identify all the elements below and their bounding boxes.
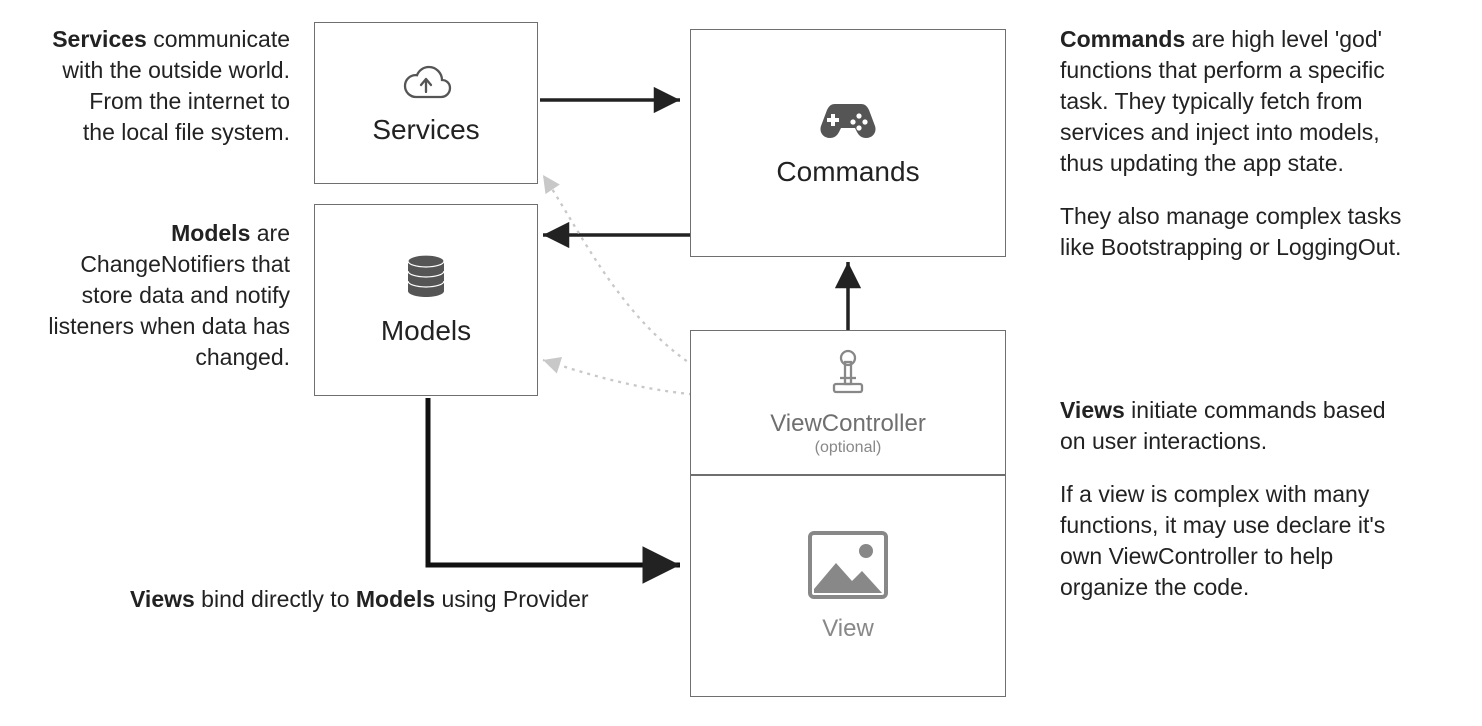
box-view-label: View [822, 616, 874, 642]
note-services-line4: the local file system. [24, 117, 290, 148]
note-services-rest1: communicate [147, 26, 290, 52]
note-views-p2l3: own ViewController to help [1060, 541, 1440, 572]
box-commands-label: Commands [776, 157, 919, 188]
database-icon [404, 253, 448, 308]
note-commands-bold: Commands [1060, 26, 1185, 52]
box-models-label: Models [381, 316, 471, 347]
note-commands-line4: services and inject into models, [1060, 117, 1440, 148]
caption-bold2: Models [356, 586, 435, 612]
note-models-rest1: are [250, 220, 290, 246]
note-commands-p2l1: They also manage complex tasks [1060, 201, 1440, 232]
note-models-line3: store data and notify [24, 280, 290, 311]
box-viewcontroller-label: ViewController [770, 411, 926, 437]
box-commands: Commands [690, 29, 1006, 257]
caption-mid: bind directly to [195, 586, 356, 612]
note-commands-line5: thus updating the app state. [1060, 148, 1440, 179]
caption-views-models: Views bind directly to Models using Prov… [130, 586, 670, 613]
diagram-stage: Services Models [0, 0, 1482, 726]
box-view: View [690, 475, 1006, 697]
note-views-rest1: initiate commands based [1125, 397, 1386, 423]
note-views-line2: on user interactions. [1060, 426, 1440, 457]
arrow-vc-to-models-dotted [543, 360, 700, 395]
joystick-icon [828, 348, 868, 403]
note-models-line4: listeners when data has [24, 311, 290, 342]
note-commands-p2l2: like Bootstrapping or LoggingOut. [1060, 232, 1440, 263]
note-services-bold: Services [52, 26, 147, 52]
note-views-bold: Views [1060, 397, 1125, 423]
note-commands-line2: functions that perform a specific [1060, 55, 1440, 86]
arrow-models-to-view [428, 398, 680, 565]
box-services: Services [314, 22, 538, 184]
note-views-p2l4: organize the code. [1060, 572, 1440, 603]
note-views-p2l2: functions, it may use declare it's [1060, 510, 1440, 541]
box-viewcontroller: ViewController (optional) [690, 330, 1006, 475]
note-commands: Commands are high level 'god' functions … [1060, 24, 1440, 263]
note-services: Services communicate with the outside wo… [24, 24, 290, 148]
note-models-line2: ChangeNotifiers that [24, 249, 290, 280]
note-commands-rest1: are high level 'god' [1185, 26, 1382, 52]
note-views-p2l1: If a view is complex with many [1060, 479, 1440, 510]
gamepad-icon [815, 98, 881, 149]
note-commands-line3: task. They typically fetch from [1060, 86, 1440, 117]
note-views: Views initiate commands based on user in… [1060, 395, 1440, 603]
box-models: Models [314, 204, 538, 396]
box-services-label: Services [372, 115, 479, 146]
image-icon [806, 529, 890, 608]
caption-bold1: Views [130, 586, 195, 612]
note-models: Models are ChangeNotifiers that store da… [24, 218, 290, 373]
note-services-line3: From the internet to [24, 86, 290, 117]
box-viewcontroller-sublabel: (optional) [815, 439, 882, 457]
arrow-vc-to-services-dotted [543, 175, 700, 370]
caption-rest: using Provider [435, 586, 588, 612]
note-models-line5: changed. [24, 342, 290, 373]
cloud-upload-icon [398, 60, 454, 107]
note-models-bold: Models [171, 220, 250, 246]
note-services-line2: with the outside world. [24, 55, 290, 86]
